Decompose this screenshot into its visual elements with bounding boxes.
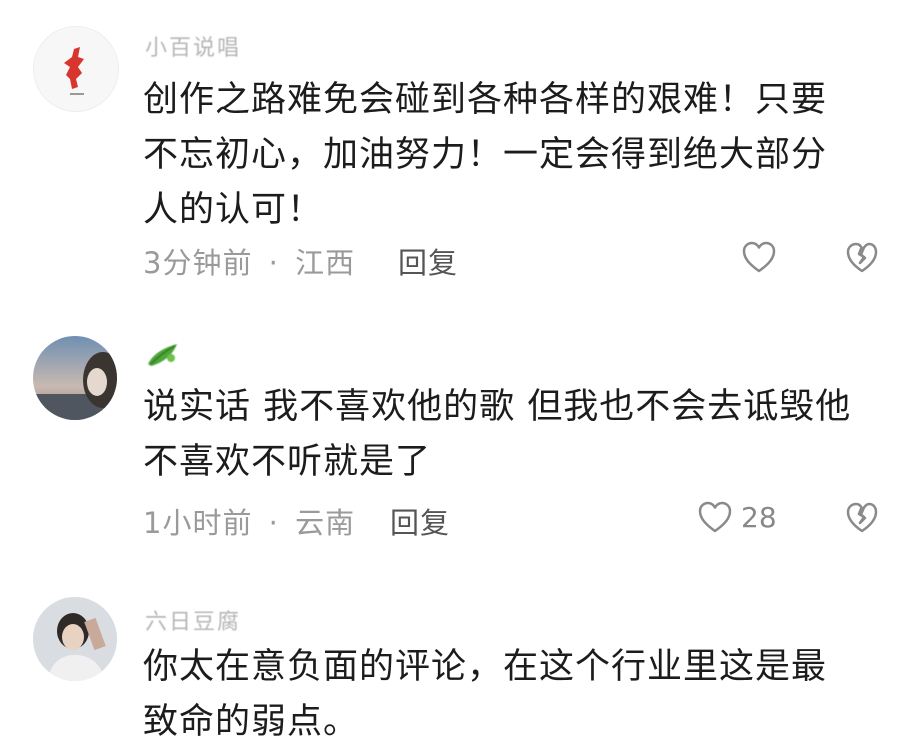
avatar[interactable] — [33, 597, 117, 681]
meta-separator: · — [268, 506, 279, 540]
username[interactable]: 六日豆腐 — [145, 604, 241, 636]
like-count: 28 — [741, 500, 777, 534]
red-character-logo-icon — [64, 47, 84, 95]
sunset-photo-avatar-icon — [33, 336, 117, 420]
username[interactable]: 小百说唱 — [145, 30, 241, 62]
heart-icon — [742, 241, 776, 273]
heart-icon — [698, 501, 732, 533]
like-button[interactable]: 28 — [697, 500, 777, 534]
comment-location: 江西 — [295, 246, 356, 280]
comment-text: 说实话 我不喜欢他的歌 但我也不会去诋毁他 不喜欢不听就是了 — [143, 387, 852, 482]
comment-time: 1小时前 — [143, 506, 253, 540]
meta-separator: · — [268, 246, 279, 280]
person-photo-avatar-icon — [33, 597, 117, 681]
like-button[interactable] — [741, 240, 785, 274]
broken-heart-icon — [846, 502, 878, 533]
green-leaf-sticker-icon — [148, 344, 177, 366]
comment-time: 3分钟前 — [143, 246, 253, 280]
reply-button[interactable]: 回复 — [390, 500, 450, 542]
comment-text: 你太在意负面的评论，在这个行业里这是最 致命的弱点。 — [143, 647, 828, 742]
comment-text: 创作之路难免会碰到各种各样的艰难！只要 不忘初心，加油努力！一定会得到绝大部分 … — [143, 80, 828, 230]
avatar[interactable] — [33, 26, 119, 112]
comment-location: 云南 — [295, 506, 356, 540]
comment-meta: 1小时前 · 云南 — [143, 500, 355, 542]
avatar[interactable] — [33, 336, 117, 420]
comment-meta: 3分钟前 · 江西 — [143, 240, 355, 282]
broken-heart-icon — [846, 242, 878, 273]
dislike-button[interactable] — [845, 241, 879, 275]
username-sticker[interactable] — [145, 340, 181, 368]
reply-button[interactable]: 回复 — [398, 240, 458, 282]
dislike-button[interactable] — [845, 501, 879, 535]
